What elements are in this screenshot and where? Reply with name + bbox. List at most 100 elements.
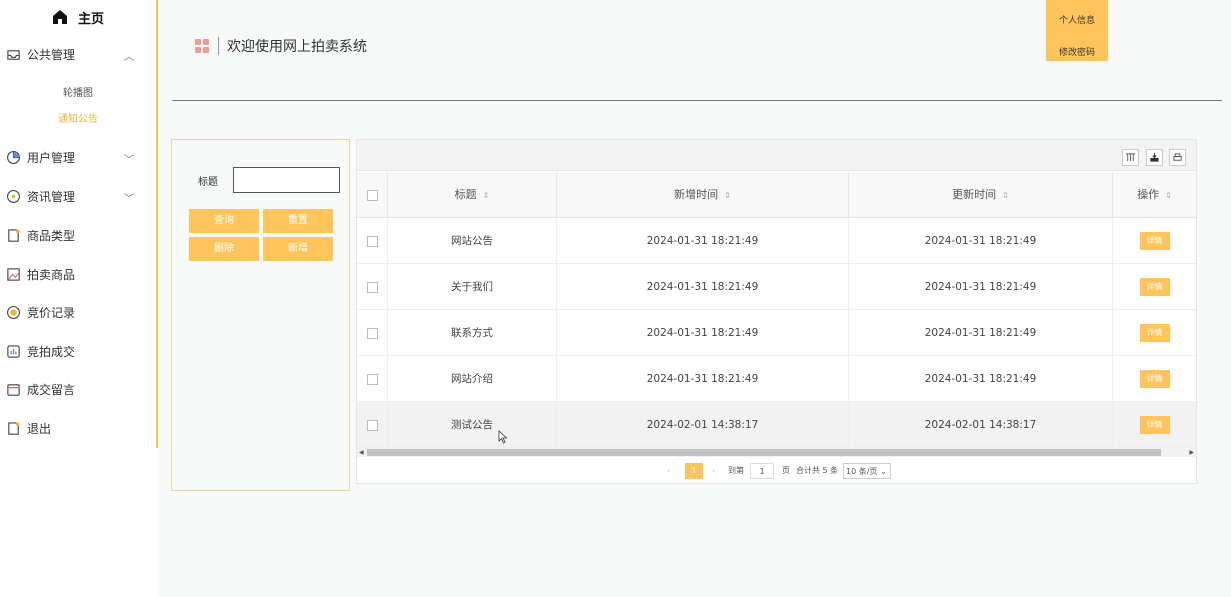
column-header-updated[interactable]: 更新时间 ⇕ — [849, 172, 1113, 218]
sidebar-item-bids[interactable]: 竞价记录 — [0, 300, 156, 324]
cell-actions: 详情 — [1113, 402, 1196, 448]
user-menu: 个人信息 修改密码 — [1046, 0, 1108, 61]
inbox-icon — [5, 46, 21, 62]
sidebar-item-label: 退出 — [27, 421, 52, 436]
profile-menu-item[interactable]: 个人信息 — [1046, 13, 1108, 26]
submenu-item-notice[interactable]: 通知公告 — [0, 110, 156, 125]
goto-page-input[interactable]: 1 — [750, 463, 774, 479]
sidebar-item-label: 竞价记录 — [27, 305, 76, 320]
horizontal-scrollbar[interactable]: ◀ ▶ — [357, 448, 1196, 457]
page-size-value: 10 条/页 — [846, 467, 878, 476]
row-select-cell — [357, 264, 388, 310]
table-row[interactable]: 联系方式 2024-01-31 18:21:49 2024-01-31 18:2… — [357, 310, 1196, 356]
row-checkbox[interactable] — [366, 235, 378, 247]
sidebar-item-logout[interactable]: 退出 — [0, 416, 156, 440]
sidebar-item-product-type[interactable]: 商品类型 — [0, 223, 156, 247]
chevron-up-icon: ︿ — [124, 52, 134, 63]
export-icon[interactable] — [1146, 149, 1163, 166]
cell-updated: 2024-01-31 18:21:49 — [849, 356, 1113, 402]
sort-icon[interactable]: ⇕ — [724, 191, 731, 200]
goto-prefix: 到第 — [728, 466, 744, 475]
sidebar-menu: 主页 公共管理 ︿ 轮播图 通知公告 用户管理 ﹀ 资讯管理 ﹀ 商品类型 拍卖… — [0, 0, 158, 448]
reset-button[interactable]: 重置 — [263, 209, 333, 233]
cell-updated: 2024-01-31 18:21:49 — [849, 218, 1113, 264]
image-icon — [5, 266, 21, 282]
sidebar-home[interactable]: 主页 — [0, 0, 156, 34]
sort-icon[interactable]: ⇕ — [1165, 191, 1172, 200]
title-field-label: 标题 — [198, 177, 218, 188]
title-search-input[interactable] — [233, 167, 340, 193]
page-suffix: 页 — [782, 466, 790, 475]
sidebar-item-deals[interactable]: 竞拍成交 — [0, 339, 156, 363]
column-header-actions[interactable]: 操作 ⇕ — [1113, 172, 1196, 218]
add-button[interactable]: 新增 — [263, 237, 333, 261]
next-page-icon[interactable]: › — [712, 463, 715, 479]
cell-created: 2024-02-01 14:38:17 — [557, 402, 849, 448]
detail-button[interactable]: 详情 — [1139, 370, 1170, 388]
document-icon — [5, 227, 21, 243]
cell-created: 2024-01-31 18:21:49 — [557, 264, 849, 310]
columns-filter-icon[interactable] — [1122, 149, 1139, 166]
detail-button[interactable]: 详情 — [1139, 416, 1170, 434]
column-header-created[interactable]: 新增时间 ⇕ — [557, 172, 849, 218]
calendar-icon — [5, 381, 21, 397]
sidebar-item-label: 竞拍成交 — [27, 344, 76, 359]
table-panel: 标题 ⇕ 新增时间 ⇕ 更新时间 ⇕ 操作 ⇕ 网站公告 2024-01-31 18:2… — [356, 139, 1197, 484]
page-title: 欢迎使用网上拍卖系统 — [227, 39, 367, 55]
sort-icon[interactable]: ⇕ — [483, 191, 490, 200]
row-checkbox[interactable] — [366, 281, 378, 293]
header-divider — [172, 100, 1222, 101]
scroll-right-icon[interactable]: ▶ — [1189, 448, 1194, 457]
column-header-title[interactable]: 标题 ⇕ — [388, 172, 557, 218]
row-checkbox[interactable] — [366, 373, 378, 385]
cell-updated: 2024-01-31 18:21:49 — [849, 310, 1113, 356]
row-select-cell — [357, 402, 388, 448]
table-row[interactable]: 测试公告 2024-02-01 14:38:17 2024-02-01 14:3… — [357, 402, 1196, 448]
table-header: 标题 ⇕ 新增时间 ⇕ 更新时间 ⇕ 操作 ⇕ — [357, 172, 1196, 218]
chevron-down-icon: ﹀ — [124, 194, 134, 205]
column-label: 更新时间 — [952, 188, 997, 201]
select-all-cell — [357, 172, 388, 218]
cell-actions: 详情 — [1113, 310, 1196, 356]
sidebar-item-messages[interactable]: 成交留言 — [0, 377, 156, 401]
detail-button[interactable]: 详情 — [1139, 232, 1170, 250]
detail-button[interactable]: 详情 — [1139, 278, 1170, 296]
delete-button[interactable]: 删除 — [189, 237, 259, 261]
page-size-select[interactable]: 10 条/页 ⌄ — [843, 463, 891, 479]
table-row[interactable]: 网站介绍 2024-01-31 18:21:49 2024-01-31 18:2… — [357, 356, 1196, 402]
page-number-current[interactable]: 1 — [685, 463, 703, 479]
cell-actions: 详情 — [1113, 264, 1196, 310]
prev-page-icon[interactable]: ‹ — [667, 463, 670, 479]
row-checkbox[interactable] — [366, 327, 378, 339]
select-all-checkbox[interactable] — [366, 189, 378, 201]
sidebar-item-users[interactable]: 用户管理 ﹀ — [0, 145, 156, 169]
scroll-left-icon[interactable]: ◀ — [359, 448, 364, 457]
row-select-cell — [357, 356, 388, 402]
change-password-menu-item[interactable]: 修改密码 — [1046, 45, 1108, 58]
sidebar-item-public[interactable]: 公共管理 ︿ — [0, 42, 156, 66]
sidebar-item-news[interactable]: 资讯管理 ﹀ — [0, 184, 156, 208]
sidebar-item-label: 成交留言 — [27, 382, 76, 397]
print-icon[interactable] — [1169, 149, 1186, 166]
document-icon — [5, 420, 21, 436]
sidebar-item-label: 公共管理 — [27, 47, 76, 62]
sort-icon[interactable]: ⇕ — [1002, 191, 1009, 200]
table-row[interactable]: 关于我们 2024-01-31 18:21:49 2024-01-31 18:2… — [357, 264, 1196, 310]
submenu-item-carousel[interactable]: 轮播图 — [0, 84, 156, 99]
cell-created: 2024-01-31 18:21:49 — [557, 218, 849, 264]
pie-chart-icon — [5, 149, 21, 165]
sidebar-item-label: 商品类型 — [27, 228, 76, 243]
detail-button[interactable]: 详情 — [1139, 324, 1170, 342]
query-button[interactable]: 查询 — [189, 209, 259, 233]
cell-title: 测试公告 — [388, 402, 557, 448]
sidebar-item-label: 资讯管理 — [27, 189, 76, 204]
column-label: 操作 — [1137, 188, 1160, 201]
table-row[interactable]: 网站公告 2024-01-31 18:21:49 2024-01-31 18:2… — [357, 218, 1196, 264]
pagination: ‹ 1 › 到第 1 页 合计共 5 条 10 条/页 ⌄ — [357, 463, 1196, 481]
sidebar-item-auction-goods[interactable]: 拍卖商品 — [0, 262, 156, 286]
cell-title: 关于我们 — [388, 264, 557, 310]
chevron-down-icon: ﹀ — [124, 155, 134, 166]
scrollbar-thumb[interactable] — [367, 449, 1161, 456]
row-checkbox[interactable] — [366, 419, 378, 431]
cell-updated: 2024-02-01 14:38:17 — [849, 402, 1113, 448]
